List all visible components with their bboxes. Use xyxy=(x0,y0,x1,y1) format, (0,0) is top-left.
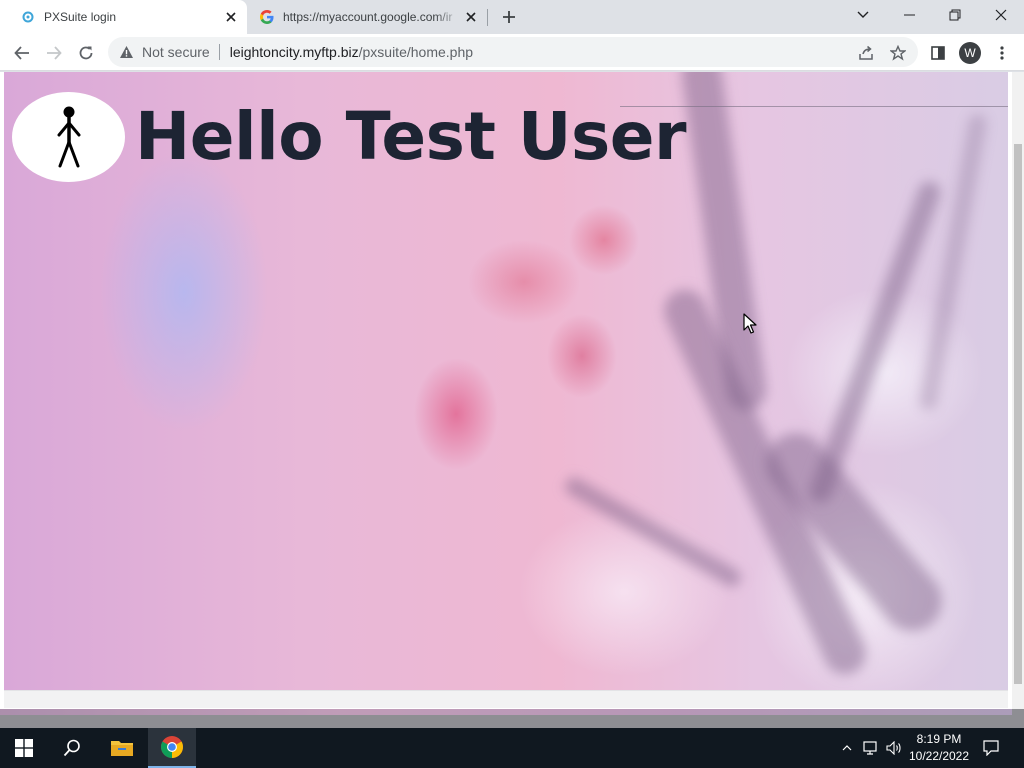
browser-toolbar: Not secure leightoncity.myftp.biz/pxsuit… xyxy=(0,34,1024,71)
folder-icon xyxy=(111,741,133,756)
bookmark-button[interactable] xyxy=(884,39,912,67)
star-icon xyxy=(890,45,906,61)
tab-title: PXSuite login xyxy=(44,10,117,24)
warning-icon[interactable] xyxy=(118,45,134,59)
scrollbar-thumb[interactable] xyxy=(1014,144,1022,684)
tab-search-button[interactable] xyxy=(840,0,886,30)
page-bottom-strip xyxy=(0,709,1024,728)
tab-strip: PXSuite login https://myaccount.google.c… xyxy=(0,0,1024,34)
menu-button[interactable] xyxy=(988,39,1016,67)
side-panel-icon xyxy=(931,46,945,60)
search-icon xyxy=(63,739,80,757)
greeting-heading: Hello Test User xyxy=(135,98,687,175)
back-button[interactable] xyxy=(8,39,36,67)
plus-icon xyxy=(503,11,515,23)
mouse-cursor-icon xyxy=(743,313,757,334)
close-icon xyxy=(995,9,1007,21)
close-tab-icon[interactable] xyxy=(221,7,241,27)
chevron-down-icon xyxy=(857,11,869,18)
background-edge xyxy=(0,709,1012,715)
restore-button[interactable] xyxy=(932,0,978,30)
clock-time: 8:19 PM xyxy=(916,732,962,746)
close-window-button[interactable] xyxy=(978,0,1024,30)
arrow-left-icon xyxy=(14,46,29,60)
notification-icon xyxy=(983,740,999,756)
search-button[interactable] xyxy=(48,728,96,768)
arrow-right-icon xyxy=(47,46,62,60)
network-tray-button[interactable] xyxy=(860,728,882,768)
notifications-button[interactable] xyxy=(980,728,1002,768)
close-tab-icon[interactable] xyxy=(461,7,481,27)
minimize-button[interactable] xyxy=(886,0,932,30)
reload-button[interactable] xyxy=(72,39,100,67)
chrome-icon xyxy=(161,736,183,758)
clock-date: 10/22/2022 xyxy=(908,749,970,763)
logo-badge xyxy=(12,92,125,182)
system-clock[interactable]: 8:19 PM 10/22/2022 xyxy=(900,731,978,765)
profile-avatar[interactable]: W xyxy=(959,42,981,64)
start-button[interactable] xyxy=(0,728,48,768)
address-bar[interactable]: Not secure leightoncity.myftp.biz/pxsuit… xyxy=(108,37,918,67)
file-explorer-button[interactable] xyxy=(98,728,146,768)
windows-logo-icon xyxy=(15,739,33,757)
security-label[interactable]: Not secure xyxy=(142,44,210,60)
url-path[interactable]: /pxsuite/home.php xyxy=(359,44,473,60)
tab-google-account[interactable]: https://myaccount.google.com/ir xyxy=(249,0,487,34)
page-footer-strip xyxy=(4,690,1008,708)
tab-separator xyxy=(487,9,488,26)
tab-title: https://myaccount.google.com/ir xyxy=(283,10,453,24)
chrome-taskbar-button[interactable] xyxy=(148,728,196,768)
minimize-icon xyxy=(903,14,915,16)
page-viewport: Hello Test User xyxy=(0,72,1024,709)
forward-button[interactable] xyxy=(40,39,68,67)
share-button[interactable] xyxy=(852,39,880,67)
pxsuite-favicon-icon xyxy=(20,9,36,25)
tab-pxsuite-login[interactable]: PXSuite login xyxy=(0,0,247,34)
kebab-menu-icon xyxy=(1000,46,1004,60)
google-favicon-icon xyxy=(259,9,275,25)
stick-figure-icon xyxy=(57,106,80,168)
share-icon xyxy=(859,45,873,60)
network-icon xyxy=(863,741,877,755)
show-hidden-icons-button[interactable] xyxy=(838,728,856,768)
omnibox-divider xyxy=(218,44,220,60)
new-tab-button[interactable] xyxy=(497,5,521,29)
vertical-scrollbar[interactable] xyxy=(1012,72,1024,709)
windows-taskbar: 8:19 PM 10/22/2022 xyxy=(0,728,1024,768)
restore-icon xyxy=(949,9,961,21)
url-host[interactable]: leightoncity.myftp.biz xyxy=(230,44,359,60)
reload-icon xyxy=(79,46,93,60)
side-panel-button[interactable] xyxy=(924,39,952,67)
chevron-up-icon xyxy=(842,745,852,751)
